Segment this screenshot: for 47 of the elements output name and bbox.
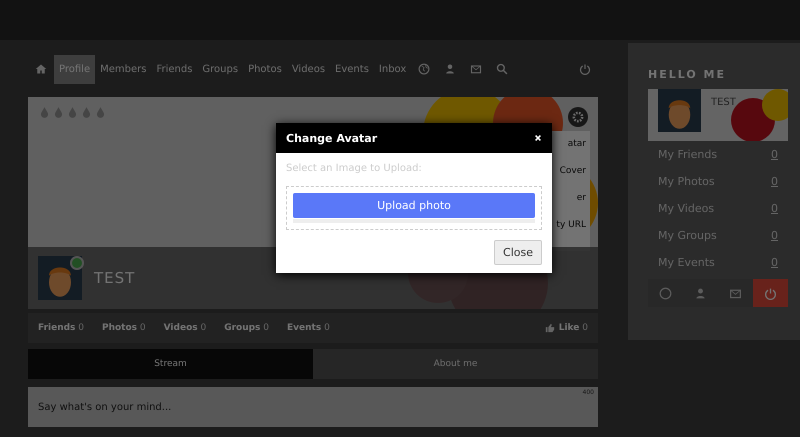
nav-link[interactable]: Inbox	[374, 54, 412, 84]
menu-item[interactable]: er	[576, 193, 586, 203]
stat-link[interactable]: Photos 0	[102, 321, 146, 335]
person-icon	[694, 286, 707, 300]
nav-link[interactable]: Members	[95, 54, 152, 84]
droplet-icon	[82, 107, 91, 118]
avatar-drawing	[658, 89, 701, 132]
close-icon[interactable]	[534, 134, 542, 142]
nav-link[interactable]: Friends	[151, 54, 198, 84]
settings-icon[interactable]	[568, 107, 588, 127]
home-icon[interactable]	[35, 63, 47, 75]
stat-link[interactable]: Groups 0	[224, 321, 270, 335]
droplet-icon	[40, 107, 49, 118]
tab[interactable]: About me	[313, 349, 598, 379]
like-link[interactable]: Like 0	[558, 321, 588, 335]
stat-link[interactable]: Friends 0	[38, 321, 84, 335]
close-button[interactable]: Close	[494, 240, 542, 265]
person-icon[interactable]	[444, 63, 456, 75]
stat-link[interactable]: Events 0	[287, 321, 330, 335]
menu-item[interactable]: ty URL	[556, 220, 586, 230]
avatar-drawing[interactable]	[38, 256, 82, 300]
modal-title: Change Avatar	[286, 132, 378, 144]
globe-icon[interactable]	[418, 63, 430, 75]
search-icon[interactable]	[496, 63, 508, 75]
sidebar-title: HELLO ME	[648, 68, 727, 81]
droplet-icon	[96, 107, 105, 118]
profile-name: TEST	[94, 269, 136, 287]
profile-name: TEST	[711, 97, 736, 108]
profile-card[interactable]: TEST	[648, 89, 788, 141]
mail-icon	[729, 286, 742, 300]
globe-icon	[659, 286, 672, 300]
upload-button[interactable]: Upload photo	[293, 193, 535, 218]
power-button[interactable]	[753, 279, 788, 307]
droplet-icon	[68, 107, 77, 118]
mail-icon[interactable]	[470, 63, 482, 75]
nav-link[interactable]: Events	[330, 54, 374, 84]
droplet-icon	[54, 107, 63, 118]
power-icon	[764, 286, 777, 300]
thumbs-up-icon[interactable]	[544, 323, 555, 333]
menu-item[interactable]: atar	[568, 139, 586, 149]
power-icon[interactable]	[579, 63, 591, 75]
tab[interactable]: Stream	[28, 349, 313, 379]
nav-link[interactable]: Videos	[286, 54, 330, 84]
menu-item[interactable]: Cover	[560, 166, 586, 176]
nav-link[interactable]: Photos	[243, 54, 287, 84]
stat-link[interactable]: Videos 0	[164, 321, 206, 335]
nav-link[interactable]: Groups	[197, 54, 244, 84]
